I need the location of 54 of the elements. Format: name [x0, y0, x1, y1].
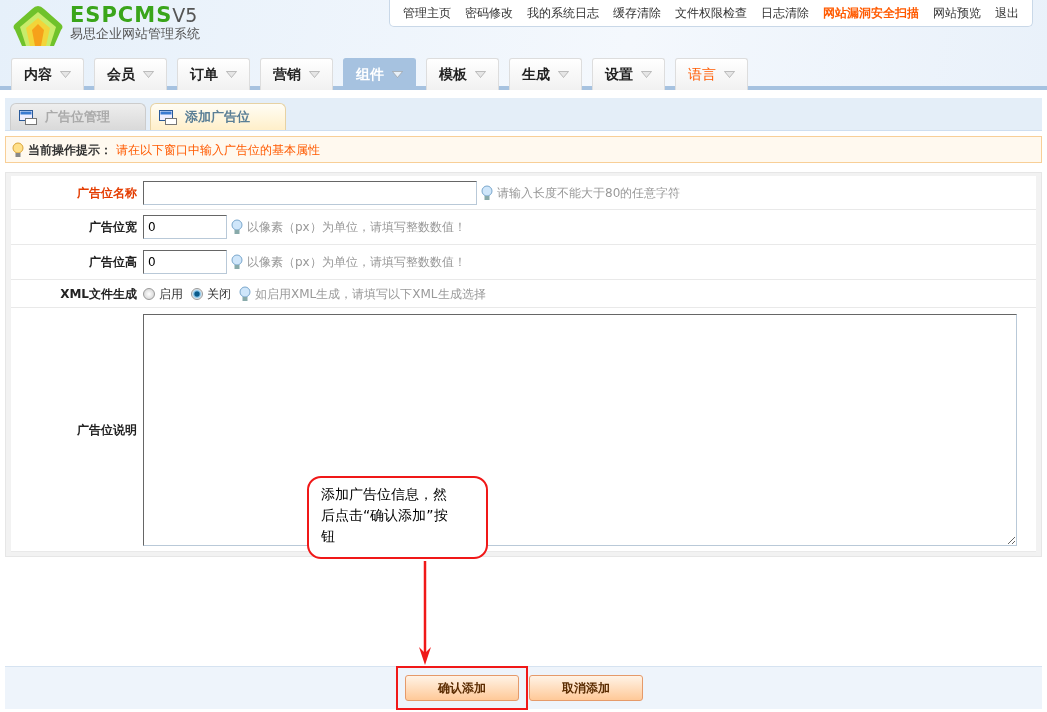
caret-icon: [558, 71, 569, 78]
nav-tab[interactable]: 营销: [260, 58, 333, 90]
caret-icon: [309, 71, 320, 78]
top-link[interactable]: 文件权限检查: [668, 0, 754, 26]
nav-tab[interactable]: 订单: [177, 58, 250, 90]
tip-label: 当前操作提示：: [28, 141, 112, 159]
top-link[interactable]: 管理主页: [396, 0, 458, 26]
nav-tab[interactable]: 模板: [426, 58, 499, 90]
input-field[interactable]: 0: [143, 215, 227, 239]
logo-brand-text: ESPCMS: [70, 4, 173, 26]
lightbulb-icon: [231, 254, 243, 270]
annotation-callout: 添加广告位信息，然后点击“确认添加”按钮: [307, 476, 488, 559]
radio-option[interactable]: 启用: [143, 284, 183, 303]
caret-icon: [60, 71, 71, 78]
field-hint: 以像素（px）为单位，请填写整数数值！: [247, 254, 466, 271]
field-label: 广告位宽: [88, 219, 138, 236]
caret-icon: [143, 71, 154, 78]
field-hint: 以像素（px）为单位，请填写整数数值！: [247, 219, 466, 236]
tab[interactable]: 添加广告位: [150, 103, 286, 130]
top-link[interactable]: 密码修改: [458, 0, 520, 26]
button[interactable]: 取消添加: [528, 675, 643, 701]
field-label: 广告位高: [88, 254, 138, 271]
nav-tab[interactable]: 内容: [11, 58, 84, 90]
field-hint: 请输入长度不能大于80的任意字符: [497, 184, 681, 202]
window-icon: [19, 109, 37, 125]
input-field[interactable]: 0: [143, 250, 227, 274]
nav-tab[interactable]: 生成: [509, 58, 582, 90]
top-link[interactable]: 网站预览: [926, 0, 988, 26]
tip-text: 请在以下窗口中输入广告位的基本属性: [116, 141, 320, 159]
lightbulb-icon: [12, 141, 24, 158]
button[interactable]: 确认添加: [404, 675, 519, 701]
logo-subtitle: 易思企业网站管理系统: [70, 26, 200, 42]
lightbulb-icon: [481, 184, 493, 201]
field-label: 广告位说明: [76, 421, 138, 439]
caret-icon: [392, 71, 403, 78]
caret-icon: [724, 71, 735, 78]
top-link[interactable]: 缓存清除: [606, 0, 668, 26]
window-icon: [159, 109, 177, 125]
caret-icon: [641, 71, 652, 78]
nav-tab[interactable]: 设置: [592, 58, 665, 90]
field-hint: 如启用XML生成，请填写以下XML生成选择: [255, 285, 486, 303]
logo-version-text: V5: [172, 4, 198, 26]
caret-icon: [475, 71, 486, 78]
lightbulb-icon: [231, 219, 243, 235]
lightbulb-icon: [239, 285, 251, 302]
top-link[interactable]: 日志清除: [754, 0, 816, 26]
nav-tab[interactable]: 会员: [94, 58, 167, 90]
caret-icon: [226, 71, 237, 78]
top-link[interactable]: 退出: [988, 0, 1026, 26]
field-label: 广告位名称: [76, 184, 138, 202]
top-link[interactable]: 我的系统日志: [520, 0, 606, 26]
input-field[interactable]: [143, 180, 477, 205]
radio-option[interactable]: 关闭: [191, 284, 231, 303]
field-label: XML文件生成: [59, 285, 138, 303]
